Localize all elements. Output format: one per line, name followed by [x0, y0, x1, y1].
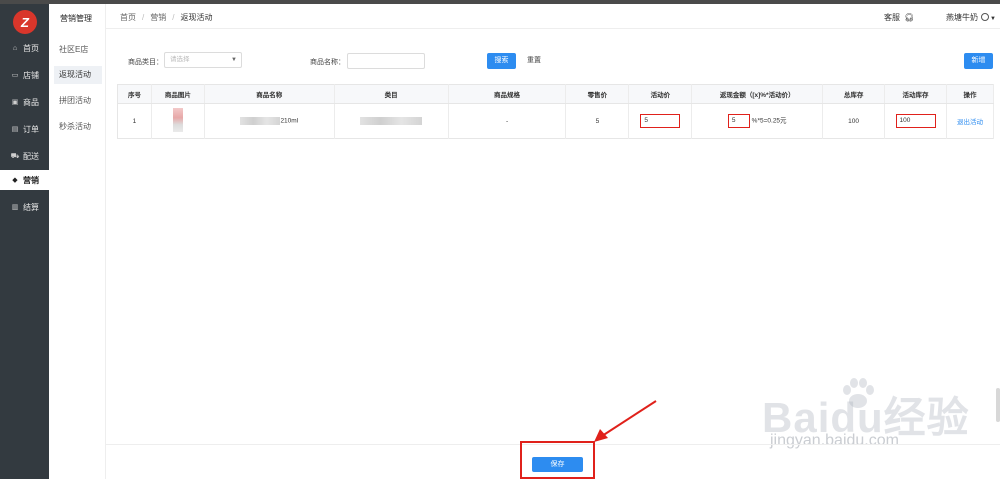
activity-price-cell: 5 — [628, 103, 693, 139]
marketing-submenu: 营销管理 社区E店 返现活动 拼团活动 秒杀活动 — [49, 4, 106, 479]
top-header: 首页 / 营销 / 返现活动 客服 🎧︎ 燕塘牛奶 ▼ — [106, 4, 1000, 29]
settlement-icon: ▥ — [11, 204, 19, 211]
column-header: 序号 — [117, 84, 152, 104]
breadcrumb-separator: / — [172, 13, 175, 22]
total-stock-cell: 100 — [822, 103, 886, 139]
sidebar-item-label: 商品 — [23, 97, 39, 107]
column-header: 商品图片 — [151, 84, 205, 104]
sidebar-item-settlement[interactable]: ▥ 结算 — [0, 197, 49, 217]
cashback-percent-input[interactable]: 5 — [727, 114, 750, 128]
sidebar-item-home[interactable]: ⌂ 首页 — [0, 38, 49, 58]
blurred-category — [360, 117, 423, 125]
sidebar-item-store[interactable]: ▭ 店铺 — [0, 65, 49, 85]
user-name: 燕塘牛奶 — [946, 13, 978, 22]
category-cell — [334, 103, 449, 139]
column-header: 操作 — [946, 84, 995, 104]
column-header: 零售价 — [565, 84, 630, 104]
save-button[interactable]: 保存 — [532, 457, 583, 472]
headset-icon: 🎧︎ — [904, 13, 915, 22]
scrollbar-thumb[interactable] — [996, 388, 1000, 422]
exit-activity-link[interactable]: 退出活动 — [957, 119, 983, 126]
product-thumbnail — [172, 108, 183, 132]
chevron-down-icon: ▼ — [231, 57, 237, 63]
brand-logo[interactable]: Z — [13, 10, 37, 34]
submenu-item-community-store[interactable]: 社区E店 — [54, 41, 102, 59]
product-image-cell — [151, 103, 205, 139]
sidebar-item-label: 结算 — [23, 202, 39, 212]
breadcrumb-marketing[interactable]: 营销 — [150, 13, 166, 22]
sidebar-item-label: 配送 — [23, 151, 39, 161]
main-sidebar: Z ⌂ 首页 ▭ 店铺 ▣ 商品 ▤ 订单 ⛟ 配送 ◆ 营销 ▥ 结算 — [0, 4, 49, 479]
breadcrumb: 首页 / 营销 / 返现活动 — [120, 12, 212, 23]
row-index: 1 — [117, 103, 152, 139]
product-name-label: 商品名称： — [310, 59, 345, 66]
store-icon: ▭ — [11, 72, 19, 79]
breadcrumb-current: 返现活动 — [180, 13, 213, 22]
sidebar-item-orders[interactable]: ▤ 订单 — [0, 119, 49, 139]
submenu-title: 营销管理 — [60, 14, 92, 23]
category-placeholder: 请选择 — [170, 56, 190, 63]
product-name-suffix: 210ml — [280, 117, 299, 125]
sidebar-item-label: 订单 — [23, 124, 39, 134]
submenu-item-group-buy[interactable]: 拼团活动 — [54, 92, 102, 110]
cashback-formula: %*5=0.25元 — [751, 117, 787, 125]
sidebar-item-products[interactable]: ▣ 商品 — [0, 92, 49, 112]
sidebar-item-label: 首页 — [23, 43, 39, 53]
annotation-arrow-icon — [594, 400, 657, 442]
tag-icon: ◆ — [12, 177, 18, 184]
activity-table: 序号 商品图片 商品名称 类目 商品规格 零售价 活动价 返现金额（[x]%*活… — [117, 84, 995, 139]
column-header: 类目 — [334, 84, 449, 104]
truck-icon: ⛟ — [10, 152, 20, 160]
column-header: 活动价 — [628, 84, 693, 104]
sidebar-item-label: 店铺 — [23, 70, 39, 80]
cashback-cell: 5 %*5=0.25元 — [691, 103, 824, 139]
submenu-item-flash-sale[interactable]: 秒杀活动 — [54, 118, 102, 136]
activity-stock-input[interactable]: 100 — [895, 114, 936, 128]
product-icon: ▣ — [11, 99, 19, 106]
activity-stock-cell: 100 — [884, 103, 947, 139]
blurred-name — [240, 117, 281, 125]
spec-cell: - — [448, 103, 567, 139]
breadcrumb-home[interactable]: 首页 — [120, 13, 136, 22]
activity-price-input[interactable]: 5 — [640, 114, 681, 128]
column-header: 活动库存 — [884, 84, 947, 104]
category-select[interactable]: 请选择 ▼ — [164, 52, 242, 68]
table-row: 1 210ml - 5 5 5 %*5=0.25元 100 100 退出活动 — [117, 103, 995, 139]
search-button[interactable]: 搜索 — [487, 53, 516, 69]
submenu-item-cashback[interactable]: 返现活动 — [54, 66, 102, 84]
user-menu[interactable]: 燕塘牛奶 ▼ — [946, 12, 996, 23]
product-name-cell: 210ml — [204, 103, 335, 139]
logo-glyph: Z — [21, 14, 29, 30]
column-header: 返现金额（[x]%*活动价） — [691, 84, 824, 104]
product-name-input[interactable] — [347, 53, 425, 69]
column-header: 总库存 — [822, 84, 886, 104]
chevron-down-icon: ▼ — [990, 16, 996, 22]
customer-service-label: 客服 — [884, 13, 900, 22]
order-icon: ▤ — [11, 126, 19, 133]
action-cell: 退出活动 — [946, 103, 995, 139]
breadcrumb-separator: / — [142, 13, 145, 22]
sidebar-item-label: 营销 — [23, 175, 39, 185]
column-header: 商品名称 — [204, 84, 335, 104]
add-new-button[interactable]: 新增 — [964, 53, 993, 69]
user-avatar-icon — [981, 13, 989, 21]
column-header: 商品规格 — [448, 84, 567, 104]
reset-button[interactable]: 重置 — [524, 53, 544, 69]
sidebar-item-delivery[interactable]: ⛟ 配送 — [0, 146, 49, 166]
app-root: Z ⌂ 首页 ▭ 店铺 ▣ 商品 ▤ 订单 ⛟ 配送 ◆ 营销 ▥ 结算 营销管… — [0, 0, 1000, 479]
category-label: 商品类目： — [128, 59, 163, 66]
retail-price-cell: 5 — [565, 103, 630, 139]
watermark-url: jingyan.baidu.com — [770, 432, 899, 449]
table-header-row: 序号 商品图片 商品名称 类目 商品规格 零售价 活动价 返现金额（[x]%*活… — [117, 84, 995, 104]
customer-service-link[interactable]: 客服 🎧︎ — [884, 12, 914, 23]
home-icon: ⌂ — [12, 44, 18, 52]
sidebar-item-marketing[interactable]: ◆ 营销 — [0, 170, 49, 190]
